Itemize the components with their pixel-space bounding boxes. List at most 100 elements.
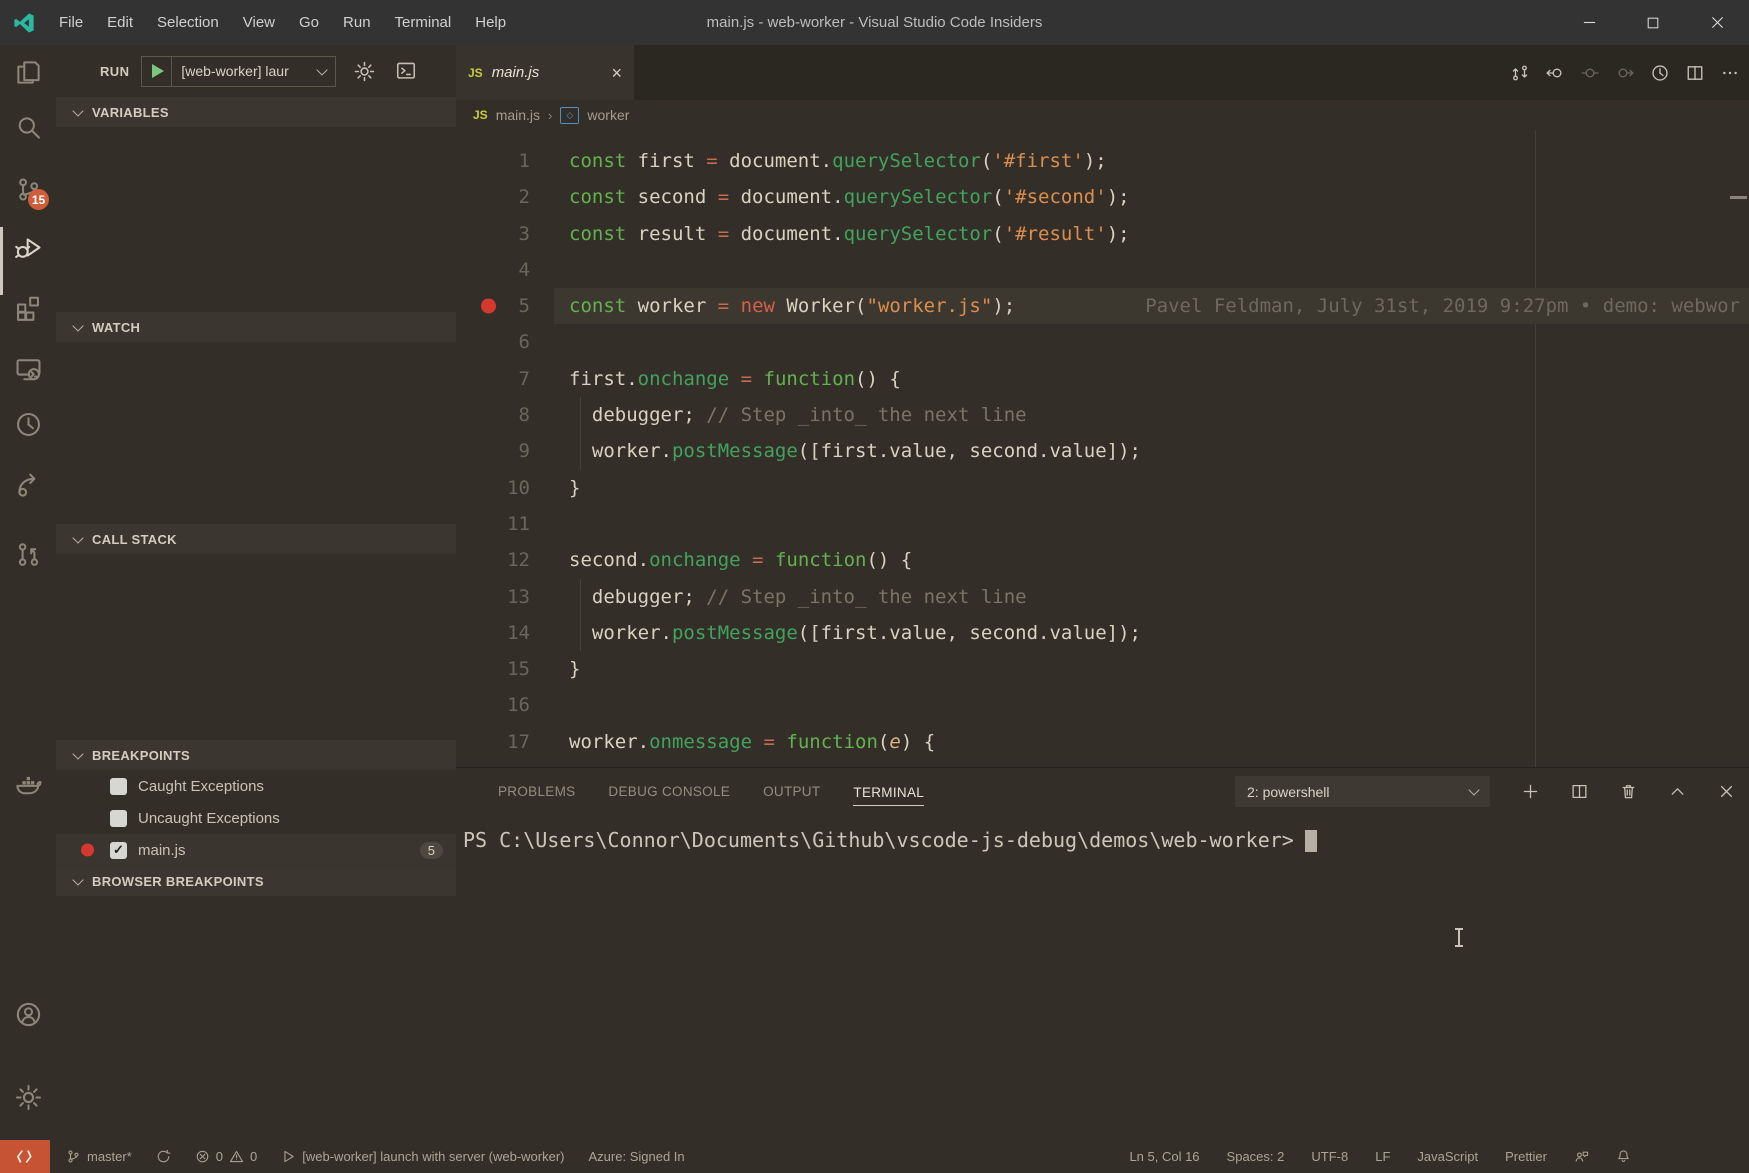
docker-icon[interactable] [15, 770, 42, 797]
menu-terminal[interactable]: Terminal [383, 0, 464, 45]
code-line[interactable]: 6 [456, 324, 1749, 360]
section-header-call-stack[interactable]: CALL STACK [56, 524, 456, 554]
status-indentation[interactable]: Spaces: 2 [1227, 1149, 1285, 1164]
chevron-down-icon [72, 532, 83, 543]
split-editor-icon[interactable] [1686, 64, 1704, 82]
status-azure-account[interactable]: Azure: Signed In [589, 1149, 685, 1164]
terminal-select[interactable]: 2: powershell [1235, 776, 1490, 807]
run-debug-icon[interactable] [15, 234, 42, 261]
close-button[interactable] [1685, 0, 1749, 45]
code-line[interactable]: 11 [456, 506, 1749, 542]
line-number: 6 [456, 324, 530, 360]
navigate-back-icon[interactable] [1546, 64, 1564, 82]
close-tab-icon[interactable]: × [611, 64, 622, 82]
code-line[interactable]: 16 [456, 687, 1749, 723]
settings-gear-icon[interactable] [15, 1084, 42, 1111]
status-launch-config[interactable]: [web-worker] launch with server (web-wor… [281, 1149, 564, 1164]
code-line[interactable]: 14 worker.postMessage([first.value, seco… [456, 615, 1749, 651]
live-share-icon[interactable] [15, 471, 42, 498]
panel-tab-debug-console[interactable]: DEBUG CONSOLE [608, 784, 730, 799]
code-line[interactable]: 4 [456, 252, 1749, 288]
breakpoint-row[interactable]: Caught Exceptions [56, 770, 456, 802]
menu-help[interactable]: Help [463, 0, 518, 45]
minimize-button[interactable] [1557, 0, 1621, 45]
remote-explorer-icon[interactable] [15, 356, 42, 383]
code-line[interactable]: 3const result = document.querySelector('… [456, 216, 1749, 252]
clock-icon[interactable] [1651, 64, 1669, 82]
terminal-output[interactable]: PS C:\Users\Connor\Documents\Github\vsco… [456, 815, 1749, 1140]
breakpoint-dot-icon[interactable] [481, 299, 496, 314]
close-panel-icon[interactable] [1718, 783, 1735, 800]
code-line[interactable]: 2const second = document.querySelector('… [456, 179, 1749, 215]
extensions-icon[interactable] [15, 294, 42, 321]
breadcrumb-file[interactable]: main.js [496, 107, 540, 123]
status-problems[interactable]: 00 [195, 1149, 257, 1164]
status-sync[interactable] [156, 1149, 171, 1164]
code-line[interactable]: 9 worker.postMessage([first.value, secon… [456, 433, 1749, 469]
menu-edit[interactable]: Edit [95, 0, 145, 45]
add-terminal-icon[interactable] [1522, 783, 1539, 800]
code-line[interactable]: 7first.onchange = function() { [456, 361, 1749, 397]
chevron-down-icon [1468, 784, 1479, 795]
navigate-current-icon[interactable] [1581, 64, 1599, 82]
status-language-mode[interactable]: JavaScript [1417, 1149, 1478, 1164]
maximize-button[interactable] [1621, 0, 1685, 45]
kill-terminal-icon[interactable] [1620, 783, 1637, 800]
line-number: 18 [456, 760, 530, 767]
section-header-variables[interactable]: VARIABLES [56, 97, 456, 127]
panel-tab-output[interactable]: OUTPUT [763, 784, 820, 799]
search-icon[interactable] [15, 114, 42, 141]
section-header-watch[interactable]: WATCH [56, 312, 456, 342]
account-icon[interactable] [15, 1001, 42, 1028]
debug-console-icon[interactable] [395, 60, 417, 82]
code-line[interactable]: 18 result.textContent = e.data; [456, 760, 1749, 767]
menu-selection[interactable]: Selection [145, 0, 231, 45]
launch-config-dropdown[interactable]: [web-worker] laur [172, 56, 336, 87]
status-formatter[interactable]: Prettier [1505, 1149, 1547, 1164]
code-line[interactable]: 5const worker = new Worker("worker.js");… [456, 288, 1749, 324]
breakpoint-checkbox[interactable]: ✓ [110, 842, 127, 859]
status-encoding[interactable]: UTF-8 [1311, 1149, 1348, 1164]
status-eol[interactable]: LF [1375, 1149, 1390, 1164]
status-cursor-position[interactable]: Ln 5, Col 16 [1129, 1149, 1199, 1164]
maximize-panel-icon[interactable] [1669, 783, 1686, 800]
more-actions-icon[interactable] [1721, 64, 1739, 82]
panel-tab-terminal[interactable]: TERMINAL [853, 785, 924, 806]
navigate-forward-icon[interactable] [1616, 64, 1634, 82]
tab-main-js[interactable]: JS main.js × [456, 45, 634, 100]
active-view-indicator [0, 227, 3, 295]
section-label: WATCH [92, 320, 140, 335]
code-line[interactable]: 17worker.onmessage = function(e) { [456, 724, 1749, 760]
breadcrumb-symbol[interactable]: worker [587, 107, 629, 123]
start-debug-button[interactable] [141, 56, 172, 87]
section-header-breakpoints[interactable]: BREAKPOINTS [56, 740, 456, 770]
breakpoint-checkbox[interactable] [110, 778, 127, 795]
status-feedback[interactable] [1574, 1149, 1589, 1164]
code-line[interactable]: 1const first = document.querySelector('#… [456, 143, 1749, 179]
section-header-browser-breakpoints[interactable]: BROWSER BREAKPOINTS [56, 866, 456, 896]
code-line[interactable]: 15} [456, 651, 1749, 687]
menu-file[interactable]: File [47, 0, 95, 45]
code-editor[interactable]: 1const first = document.querySelector('#… [456, 130, 1749, 767]
code-line[interactable]: 10} [456, 470, 1749, 506]
compare-changes-icon[interactable] [1511, 64, 1529, 82]
menu-view[interactable]: View [231, 0, 287, 45]
gear-icon[interactable] [354, 61, 375, 82]
status-notifications[interactable] [1616, 1149, 1631, 1164]
breakpoint-row[interactable]: ✓main.js5 [56, 834, 456, 866]
clock-icon[interactable] [15, 411, 42, 438]
explorer-icon[interactable] [15, 59, 42, 86]
remote-indicator[interactable] [0, 1140, 50, 1173]
code-line[interactable]: 8 debugger; // Step _into_ the next line [456, 397, 1749, 433]
pull-request-icon[interactable] [15, 541, 42, 568]
status-git-branch[interactable]: master* [66, 1149, 132, 1164]
menu-run[interactable]: Run [331, 0, 383, 45]
panel-tab-problems[interactable]: PROBLEMS [498, 784, 575, 799]
code-line[interactable]: 13 debugger; // Step _into_ the next lin… [456, 579, 1749, 615]
status-label: LF [1375, 1149, 1390, 1164]
menu-go[interactable]: Go [287, 0, 331, 45]
breakpoint-checkbox[interactable] [110, 810, 127, 827]
split-terminal-icon[interactable] [1571, 783, 1588, 800]
code-line[interactable]: 12second.onchange = function() { [456, 542, 1749, 578]
breakpoint-row[interactable]: Uncaught Exceptions [56, 802, 456, 834]
